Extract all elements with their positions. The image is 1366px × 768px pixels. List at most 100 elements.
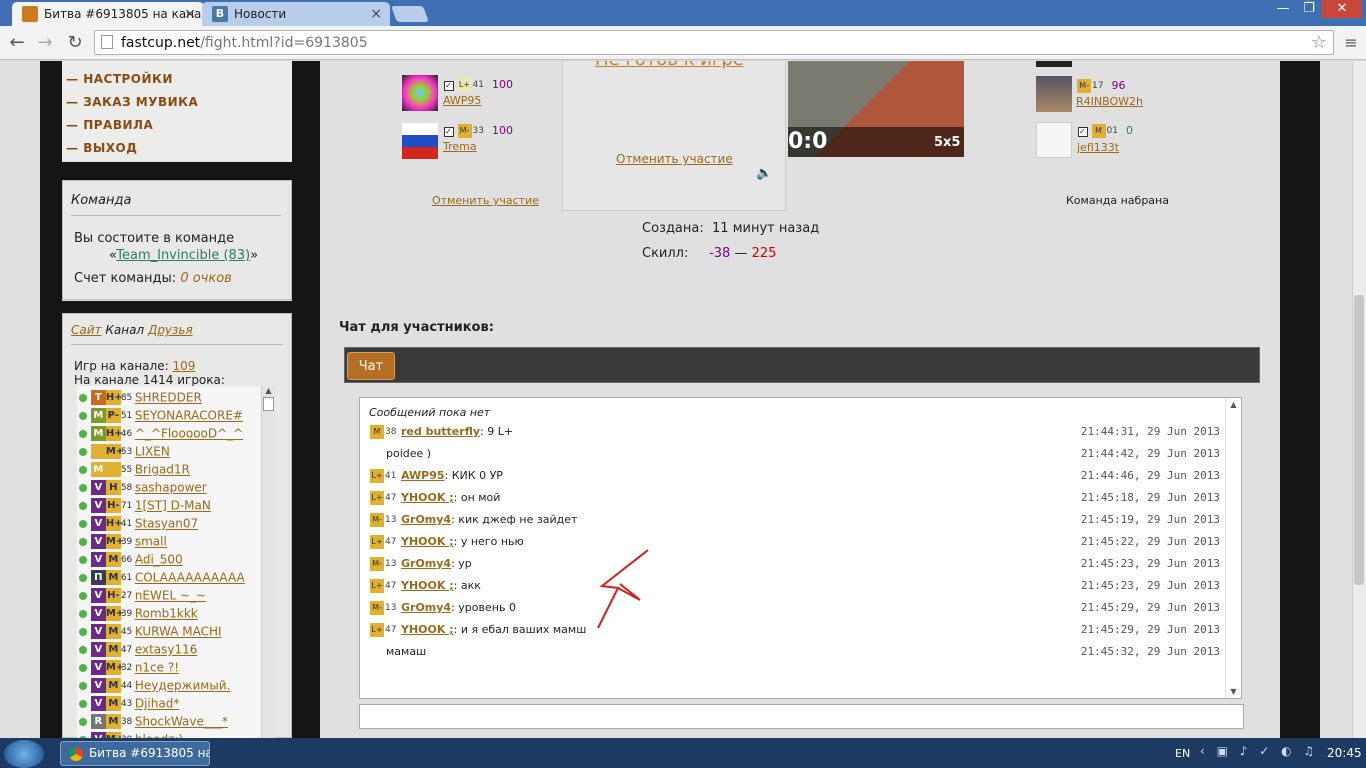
message-author[interactable]: GrOmy4 bbox=[401, 557, 451, 570]
tab-channel[interactable]: Канал bbox=[105, 323, 144, 337]
scroll-down-icon[interactable]: ▼ bbox=[1226, 687, 1241, 696]
status-badge: M bbox=[90, 408, 106, 423]
tab-site[interactable]: Сайт bbox=[71, 323, 102, 337]
close-tab-icon[interactable]: × bbox=[184, 6, 196, 22]
message-author[interactable]: GrOmy4 bbox=[401, 601, 451, 614]
scroll-up-icon[interactable]: ▲ bbox=[1226, 400, 1241, 409]
player-name[interactable]: extasy116 bbox=[135, 643, 198, 657]
vk-favicon-icon: B bbox=[212, 6, 228, 22]
cancel-participation-center[interactable]: Отменить участие bbox=[616, 152, 733, 166]
scroll-up-icon[interactable]: ▲ bbox=[262, 386, 275, 395]
message-author[interactable]: red butterfly bbox=[401, 425, 480, 438]
close-window-button[interactable]: ✕ bbox=[1322, 0, 1362, 18]
message-author[interactable]: YHOOK ; bbox=[401, 491, 454, 504]
map-preview: 0:0 5x5 bbox=[788, 61, 964, 157]
message-author[interactable]: YHOOK ; bbox=[401, 579, 454, 592]
user-level: 13 bbox=[385, 559, 397, 569]
mode: 5x5 bbox=[934, 135, 961, 150]
tab-chat[interactable]: Чат bbox=[347, 352, 395, 380]
back-icon[interactable]: ← bbox=[6, 32, 28, 54]
player-name[interactable]: Romb1kkk bbox=[135, 607, 198, 621]
team-name-link[interactable]: Team_Invincible (83) bbox=[116, 248, 250, 263]
player-name[interactable]: SEYONARACORE# bbox=[135, 409, 243, 423]
message-author[interactable]: YHOOK ; bbox=[401, 623, 454, 636]
forward-icon[interactable]: → bbox=[34, 32, 56, 54]
player-name[interactable]: SHREDDER bbox=[135, 391, 202, 405]
player-row: V M 66 Adi_500 bbox=[79, 550, 274, 568]
right-player-1-name[interactable]: R4INBOW2h bbox=[1076, 95, 1143, 108]
message-timestamp: 21:44:31, 29 Jun 2013 bbox=[1080, 425, 1220, 438]
games-count-link[interactable]: 109 bbox=[172, 359, 195, 373]
chrome-icon bbox=[69, 747, 83, 761]
maximize-button[interactable]: ❐ bbox=[1296, 0, 1322, 18]
player-name[interactable]: Brigad1R bbox=[135, 463, 190, 477]
player-level: 39 bbox=[120, 608, 133, 619]
speaker-icon[interactable]: 🔈 bbox=[756, 166, 772, 181]
page-scroll-thumb[interactable] bbox=[1354, 295, 1364, 585]
address-bar[interactable]: fastcup.net/fight.html?id=6913805 ☆ bbox=[94, 30, 1334, 55]
language-indicator[interactable]: EN bbox=[1175, 747, 1190, 760]
cancel-participation-left[interactable]: Отменить участие bbox=[432, 194, 539, 207]
message-author[interactable]: YHOOK ; bbox=[401, 535, 454, 548]
message-text: : он мой bbox=[453, 491, 501, 504]
tray-icons[interactable]: ‹ ▣ ♪ ✓ ◐ ♫ bbox=[1200, 744, 1318, 758]
minimize-button[interactable]: — bbox=[1270, 0, 1296, 18]
menu-icon[interactable]: ≡ bbox=[1340, 32, 1362, 54]
bookmark-star-icon[interactable]: ☆ bbox=[1311, 32, 1327, 53]
message-author[interactable]: AWP95 bbox=[401, 469, 445, 482]
rank-badge: M bbox=[105, 678, 121, 693]
new-tab-button[interactable] bbox=[391, 6, 429, 22]
player-name[interactable]: Adi_500 bbox=[135, 553, 183, 567]
player-row: M+53 LIXEN bbox=[79, 442, 274, 460]
start-button[interactable] bbox=[4, 740, 44, 768]
left-player-1-name[interactable]: AWP95 bbox=[443, 94, 481, 107]
player-name[interactable]: KURWA MACHI bbox=[135, 625, 222, 639]
player-row: VM+30bloodz:) bbox=[79, 730, 274, 738]
menu-movie-order[interactable]: — ЗАКАЗ МУВИКА bbox=[66, 95, 198, 109]
player-level: 53 bbox=[120, 446, 133, 457]
menu-exit[interactable]: — ВЫХОД bbox=[66, 141, 137, 155]
right-player-2-name[interactable]: jefl133t bbox=[1077, 141, 1119, 154]
player-name[interactable]: ShockWave___* bbox=[135, 715, 228, 729]
not-ready-status[interactable]: Не готов к игре bbox=[595, 61, 744, 70]
menu-settings[interactable]: — НАСТРОЙКИ bbox=[66, 72, 173, 86]
page-icon bbox=[101, 35, 113, 49]
tab-news[interactable]: B Новости × bbox=[202, 2, 390, 26]
player-name[interactable]: sashapower bbox=[135, 481, 207, 495]
taskbar-chrome-item[interactable]: Битва #6913805 на... bbox=[60, 741, 210, 766]
url-path: /fight.html?id=6913805 bbox=[200, 35, 368, 51]
chat-tabbar bbox=[344, 347, 1260, 383]
message-author[interactable]: GrOmy4 bbox=[401, 513, 451, 526]
player-list-scrollbar[interactable]: ▲ bbox=[261, 386, 275, 738]
player-name[interactable]: COLAAAAAAAAAA bbox=[135, 571, 245, 585]
player-name[interactable]: LIXEN bbox=[135, 445, 170, 459]
menu-rules[interactable]: — ПРАВИЛА bbox=[66, 118, 153, 132]
scroll-thumb[interactable] bbox=[263, 397, 274, 411]
player-name[interactable]: ^_^FloooooD^_^ bbox=[135, 427, 243, 441]
left-player-2-name[interactable]: Trema bbox=[443, 140, 477, 153]
player-name[interactable]: nEWEL ~_~ bbox=[135, 589, 206, 603]
fastcup-favicon-icon bbox=[22, 6, 38, 22]
chat-scrollbar[interactable]: ▲ ▼ bbox=[1225, 398, 1241, 698]
reload-icon[interactable]: ↻ bbox=[64, 32, 86, 54]
player-name[interactable]: Djihad* bbox=[135, 697, 179, 711]
tab-fight[interactable]: Битва #6913805 на канале × bbox=[12, 2, 204, 26]
ready-panel: Не готов к игре Отменить участие 🔈 bbox=[562, 61, 786, 211]
rank-badge: H+ bbox=[105, 390, 123, 405]
online-dot-icon bbox=[79, 465, 87, 474]
player-name[interactable]: small bbox=[135, 535, 167, 549]
divider bbox=[71, 344, 283, 345]
avatar bbox=[1036, 122, 1072, 158]
chat-input[interactable] bbox=[359, 704, 1244, 729]
online-dot-icon bbox=[79, 501, 87, 510]
player-name[interactable]: Stasyan07 bbox=[135, 517, 198, 531]
player-name[interactable]: n1ce ?! bbox=[135, 661, 179, 675]
close-tab-icon[interactable]: × bbox=[370, 6, 382, 22]
tab-friends[interactable]: Друзья bbox=[148, 323, 193, 337]
player-name[interactable]: 1[ST] D-MaN bbox=[135, 499, 211, 513]
rank-badge: M+ bbox=[105, 444, 125, 459]
player-name[interactable]: Неудержимый. bbox=[135, 679, 231, 693]
chat-message: M 38 red butterfly: 9 L+ 21:44:31, 29 Jun 2… bbox=[370, 422, 1220, 442]
message-text: : ур bbox=[451, 557, 472, 570]
online-dot-icon bbox=[79, 447, 87, 456]
